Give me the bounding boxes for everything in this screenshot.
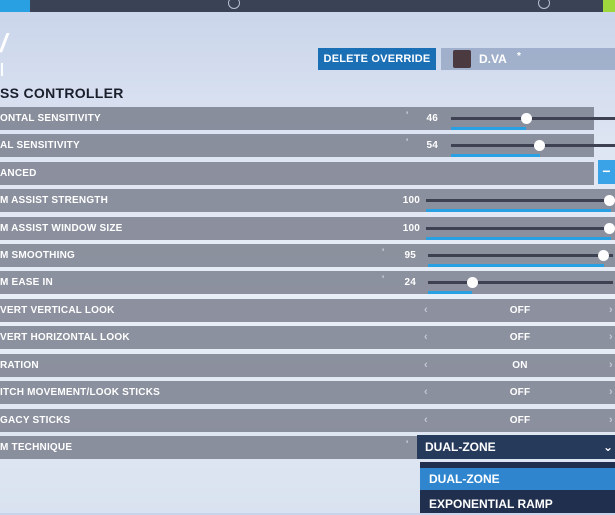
slider-track[interactable] [426,227,611,240]
setting-label: M EASE IN [0,277,53,288]
slider-track[interactable] [451,117,615,130]
slider-fill [426,237,611,240]
left-arrow-icon[interactable]: ‹ [424,326,428,349]
setting-label: RATION [0,360,39,371]
hero-name: D.VA [479,52,507,66]
setting-row-vertical-sensitivity[interactable]: AL SENSITIVITY ' 54 [0,134,615,157]
setting-row-vibration[interactable]: RATION ‹ ON › [0,354,615,377]
slider-track[interactable] [428,254,613,267]
setting-label: M SMOOTHING [0,250,75,261]
setting-value: 46 [426,113,438,124]
dropdown-selected-value: DUAL-ZONE [425,440,496,454]
left-arrow-icon[interactable]: ‹ [424,381,428,404]
setting-row-aim-assist-window-size[interactable]: M ASSIST WINDOW SIZE 100 [0,217,615,240]
dropdown-menu: DUAL-ZONE EXPONENTIAL RAMP [420,462,615,513]
setting-row-aim-technique[interactable]: M TECHNIQUE ' [0,436,417,459]
setting-value: 54 [426,140,438,151]
slider-track[interactable] [428,281,613,294]
option-label: DUAL-ZONE [429,472,500,486]
dropdown-option-dual-zone[interactable]: DUAL-ZONE [420,468,615,490]
section-title: SS CONTROLLER [0,85,124,101]
setting-row-horizontal-sensitivity[interactable]: ONTAL SENSITIVITY ' 46 [0,107,615,130]
setting-row-switch-sticks[interactable]: ITCH MOVEMENT/LOOK STICKS ‹ OFF › [0,381,615,404]
options-logo-icon: / [0,28,8,58]
slider-handle[interactable] [534,140,546,151]
right-arrow-icon[interactable]: › [609,299,613,322]
setting-label: VERT HORIZONTAL LOOK [0,332,130,343]
hero-selector[interactable]: D.VA * [441,48,615,70]
slider-fill [428,291,473,294]
setting-label: VERT VERTICAL LOOK [0,305,115,316]
setting-row-aim-smoothing[interactable]: M SMOOTHING ' 95 [0,244,615,267]
option-label: EXPONENTIAL RAMP [429,497,553,511]
tick-mark: ' [382,274,385,284]
setting-label: ONTAL SENSITIVITY [0,113,101,124]
setting-value: 100 [402,195,420,206]
slider-fill [451,154,540,157]
aim-technique-dropdown[interactable]: DUAL-ZONE ⌄ [417,435,615,459]
setting-row-aim-assist-strength[interactable]: M ASSIST STRENGTH 100 [0,189,615,212]
tick-mark: ' [382,247,385,257]
setting-value: 95 [404,250,416,261]
setting-value: 100 [402,223,420,234]
tick-mark: ' [406,439,409,449]
setting-row-invert-vertical-look[interactable]: VERT VERTICAL LOOK ‹ OFF › [0,299,615,322]
left-arrow-icon[interactable]: ‹ [424,299,428,322]
option-value: OFF [509,305,531,316]
setting-row-invert-horizontal-look[interactable]: VERT HORIZONTAL LOOK ‹ OFF › [0,326,615,349]
active-tab-indicator[interactable] [0,0,30,12]
slider-fill [428,264,604,267]
setting-label: M ASSIST WINDOW SIZE [0,223,123,234]
setting-row-advanced[interactable]: ANCED [0,162,594,185]
setting-row-aim-ease-in[interactable]: M EASE IN ' 24 [0,271,615,294]
status-indicator [603,0,615,12]
slider-handle[interactable] [520,113,532,124]
right-arrow-icon[interactable]: › [609,326,613,349]
setting-label: ITCH MOVEMENT/LOOK STICKS [0,387,160,398]
top-bar [0,0,615,12]
slider-handle[interactable] [598,250,610,261]
option-value: OFF [509,332,531,343]
nav-icon[interactable] [228,0,240,9]
advanced-collapse-button[interactable]: − [598,160,615,184]
slider-fill [426,209,611,212]
delete-override-button[interactable]: DELETE OVERRIDE [318,48,436,70]
chevron-down-icon: ⌄ [602,440,613,454]
slider-track[interactable] [426,199,611,212]
options-logo-icon: | [0,60,4,76]
option-value: OFF [509,415,531,426]
slider-handle[interactable] [466,277,478,288]
option-value: OFF [509,387,531,398]
setting-row-legacy-sticks[interactable]: GACY STICKS ‹ OFF › [0,409,615,432]
slider-handle[interactable] [604,195,615,206]
slider-handle[interactable] [604,223,615,234]
slider-fill [451,127,527,130]
dropdown-option-exponential-ramp[interactable]: EXPONENTIAL RAMP [420,493,615,515]
setting-value: 24 [404,277,416,288]
hero-portrait-icon [453,50,471,68]
setting-label: M TECHNIQUE [0,442,73,453]
setting-label: M ASSIST STRENGTH [0,195,109,206]
setting-label: GACY STICKS [0,415,71,426]
left-arrow-icon[interactable]: ‹ [424,354,428,377]
left-arrow-icon[interactable]: ‹ [424,409,428,432]
hero-mark: * [517,51,521,62]
setting-label: AL SENSITIVITY [0,140,80,151]
option-value: ON [512,360,528,371]
setting-label: ANCED [0,168,37,179]
right-arrow-icon[interactable]: › [609,409,613,432]
right-arrow-icon[interactable]: › [609,381,613,404]
nav-icon[interactable] [538,0,550,9]
slider-track[interactable] [451,144,615,157]
right-arrow-icon[interactable]: › [609,354,613,377]
